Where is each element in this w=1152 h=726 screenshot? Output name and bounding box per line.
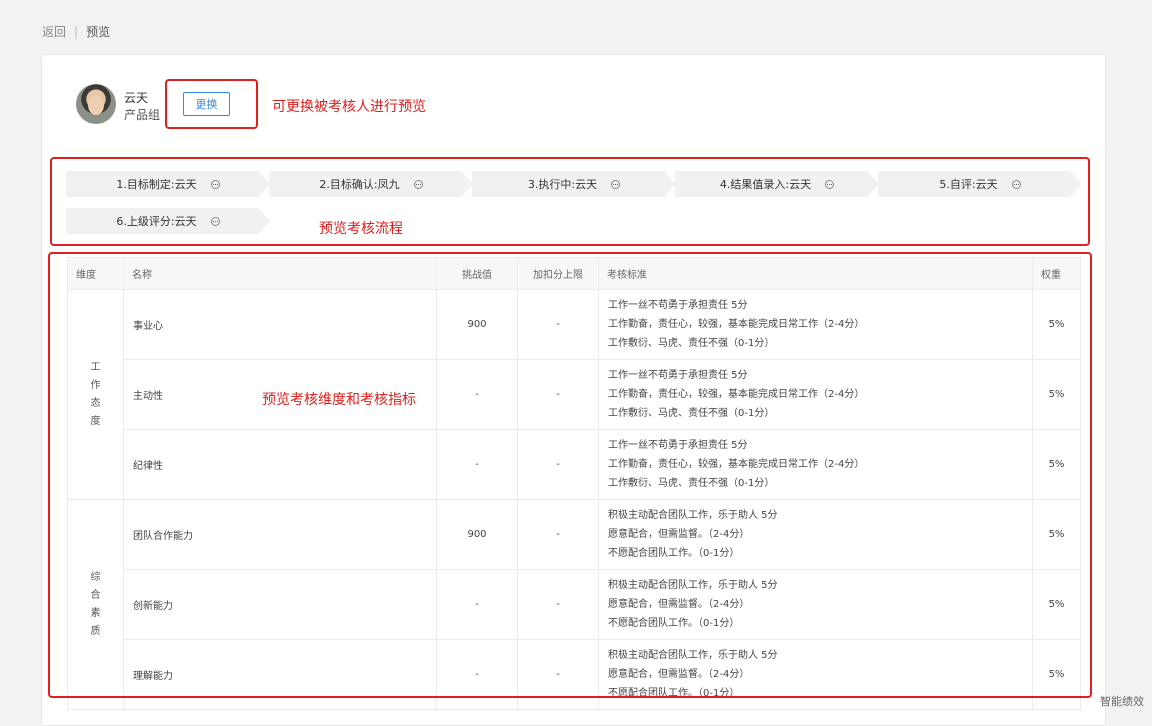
more-icon[interactable] [825, 180, 834, 189]
note-flow: 预览考核流程 [319, 221, 403, 237]
breadcrumb-current: 预览 [86, 25, 111, 39]
flow-step: 1.目标制定:云天 [66, 171, 270, 197]
watermark: 智能绩效 [1100, 695, 1144, 708]
more-icon[interactable] [1012, 180, 1021, 189]
note-table: 预览考核维度和考核指标 [262, 392, 416, 408]
flow-step: 5.自评:云天 [878, 171, 1082, 197]
note-user: 可更换被考核人进行预览 [272, 99, 426, 115]
flow-step: 6.上级评分:云天 [66, 208, 270, 234]
more-icon[interactable] [211, 180, 220, 189]
breadcrumb-separator: | [74, 25, 79, 39]
more-icon[interactable] [211, 217, 220, 226]
flow-step-label: 2.目标确认:凤九 [319, 178, 400, 191]
highlight-change [165, 79, 258, 129]
highlight-table [48, 252, 1092, 698]
flow-step-label: 4.结果值录入:云天 [719, 178, 812, 191]
flow-step-label: 5.自评:云天 [939, 178, 998, 191]
avatar [76, 84, 116, 124]
user-group: 产品组 [124, 108, 161, 122]
flow-step: 2.目标确认:凤九 [269, 171, 473, 197]
back-link[interactable]: 返回 [42, 25, 66, 39]
flow-step-label: 1.目标制定:云天 [116, 178, 197, 191]
more-icon[interactable] [414, 180, 423, 189]
user-name: 云天 [124, 91, 149, 105]
more-icon[interactable] [611, 180, 620, 189]
flow-step: 3.执行中:云天 [472, 171, 676, 197]
breadcrumb: 返回 | 预览 [42, 23, 110, 40]
flow-step: 4.结果值录入:云天 [675, 171, 879, 197]
flow-step-label: 6.上级评分:云天 [116, 215, 197, 228]
flow-step-label: 3.执行中:云天 [527, 178, 598, 191]
